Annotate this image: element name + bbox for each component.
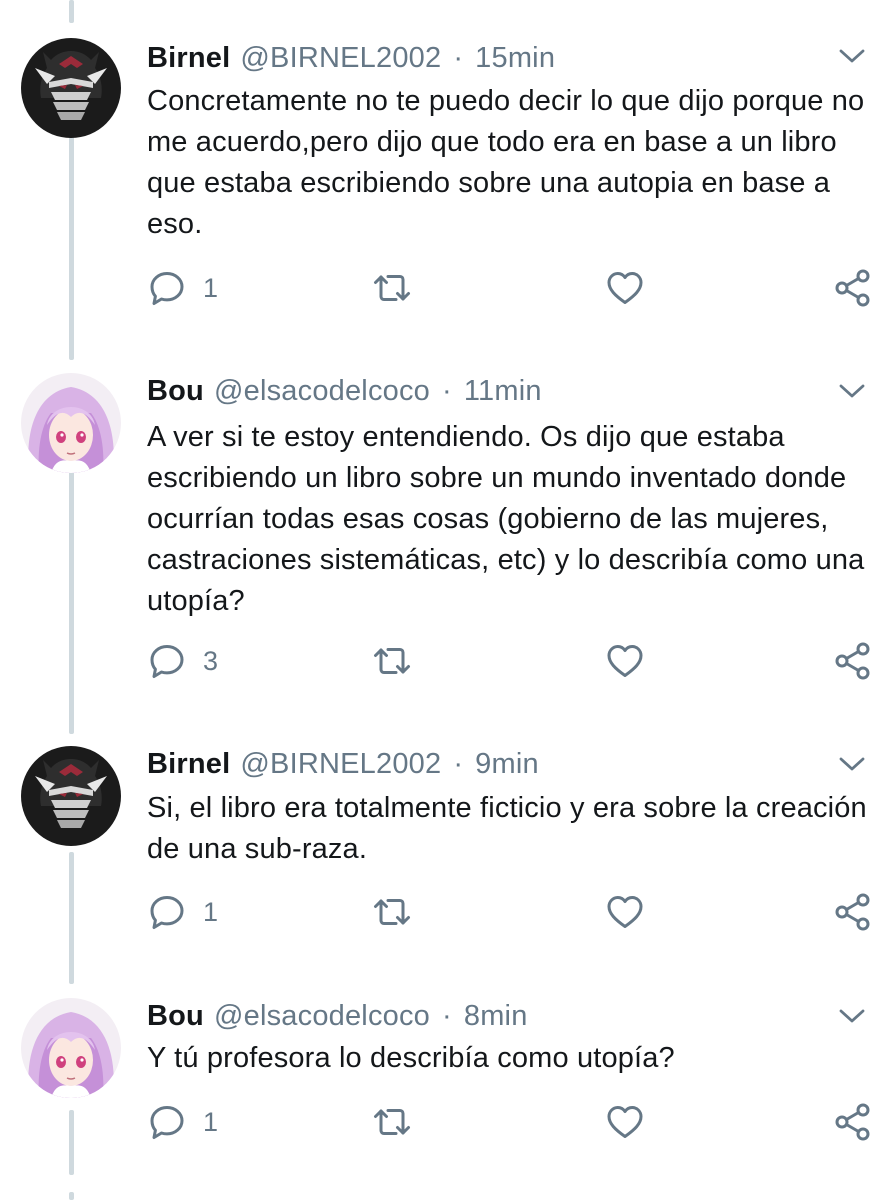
reply-count: 1: [203, 1106, 219, 1137]
display-name[interactable]: Bou: [147, 1000, 204, 1033]
share-button[interactable]: [833, 641, 873, 681]
retweet-icon: [372, 641, 412, 681]
reply-icon: [147, 1102, 187, 1142]
heart-icon: [605, 1102, 645, 1142]
user-avatar[interactable]: [21, 38, 121, 138]
samurai-helmet-avatar-icon: [21, 38, 121, 138]
tweet-actions: 1: [147, 892, 877, 932]
tweet-header: Birnel @BIRNEL2002 · 9min: [147, 746, 539, 782]
reply-count: 1: [203, 272, 219, 303]
retweet-icon: [372, 268, 412, 308]
share-button[interactable]: [833, 1102, 873, 1142]
reply-icon: [147, 641, 187, 681]
reply-button[interactable]: 1: [147, 1102, 218, 1142]
heart-icon: [605, 268, 645, 308]
user-handle[interactable]: @elsacodelcoco: [214, 375, 430, 408]
samurai-helmet-avatar-icon: [21, 746, 121, 846]
user-avatar[interactable]: [21, 746, 121, 846]
share-icon: [833, 892, 873, 932]
thread-line: [69, 0, 74, 23]
share-button[interactable]: [833, 268, 873, 308]
display-name[interactable]: Birnel: [147, 42, 230, 75]
anime-girl-avatar-icon: [21, 373, 121, 473]
thread-line: [69, 852, 74, 984]
retweet-icon: [372, 1102, 412, 1142]
user-avatar[interactable]: [21, 998, 121, 1098]
tweet-text: Si, el libro era totalmente ficticio y e…: [147, 792, 867, 865]
like-button[interactable]: [605, 268, 645, 308]
thread-line: [69, 458, 74, 734]
reply-button[interactable]: 3: [147, 641, 218, 681]
share-icon: [833, 268, 873, 308]
thread-line: [69, 1110, 74, 1175]
retweet-icon: [372, 892, 412, 932]
display-name[interactable]: Birnel: [147, 748, 230, 781]
like-button[interactable]: [605, 641, 645, 681]
reply-icon: [147, 892, 187, 932]
user-handle[interactable]: @BIRNEL2002: [240, 748, 441, 781]
timestamp[interactable]: 15min: [475, 42, 555, 75]
anime-girl-avatar-icon: [21, 998, 121, 1098]
like-button[interactable]: [605, 892, 645, 932]
reply-count: 3: [203, 645, 219, 676]
separator-dot: ·: [453, 747, 464, 780]
retweet-button[interactable]: [372, 892, 412, 932]
retweet-button[interactable]: [372, 1102, 412, 1142]
separator-dot: ·: [453, 41, 464, 74]
chevron-down-icon: [837, 381, 867, 401]
chevron-down-icon: [837, 1006, 867, 1026]
reply-button[interactable]: 1: [147, 892, 218, 932]
user-avatar[interactable]: [21, 373, 121, 473]
tweet-menu-button[interactable]: [837, 381, 867, 406]
like-button[interactable]: [605, 1102, 645, 1142]
chevron-down-icon: [837, 46, 867, 66]
thread-line: [69, 128, 74, 360]
tweet-menu-button[interactable]: [837, 46, 867, 71]
tweet-text: Y tú profesora lo describía como utopía?: [147, 1042, 675, 1074]
user-handle[interactable]: @BIRNEL2002: [240, 42, 441, 75]
reply-button[interactable]: 1: [147, 268, 218, 308]
share-icon: [833, 641, 873, 681]
tweet-header: Bou @elsacodelcoco · 11min: [147, 373, 542, 409]
tweet-menu-button[interactable]: [837, 754, 867, 779]
tweet-header: Birnel @BIRNEL2002 · 15min: [147, 40, 555, 76]
heart-icon: [605, 641, 645, 681]
tweet-text: Concretamente no te puedo decir lo que d…: [147, 85, 865, 240]
timestamp[interactable]: 8min: [464, 1000, 528, 1033]
separator-dot: ·: [442, 999, 452, 1032]
tweet-header: Bou @elsacodelcoco · 8min: [147, 998, 528, 1034]
user-handle[interactable]: @elsacodelcoco: [214, 1000, 430, 1033]
timestamp[interactable]: 11min: [464, 375, 542, 408]
tweet-menu-button[interactable]: [837, 1006, 867, 1031]
retweet-button[interactable]: [372, 641, 412, 681]
reply-icon: [147, 268, 187, 308]
tweet-actions: 1: [147, 1102, 877, 1142]
separator-dot: ·: [442, 374, 452, 407]
chevron-down-icon: [837, 754, 867, 774]
reply-count: 1: [203, 896, 219, 927]
thread-line: [69, 1192, 74, 1200]
retweet-button[interactable]: [372, 268, 412, 308]
tweet-text: A ver si te estoy entendiendo. Os dijo q…: [147, 421, 865, 617]
tweet-actions: 3: [147, 641, 877, 681]
share-icon: [833, 1102, 873, 1142]
heart-icon: [605, 892, 645, 932]
display-name[interactable]: Bou: [147, 375, 204, 408]
share-button[interactable]: [833, 892, 873, 932]
timestamp[interactable]: 9min: [475, 748, 539, 781]
tweet-actions: 1: [147, 268, 877, 308]
